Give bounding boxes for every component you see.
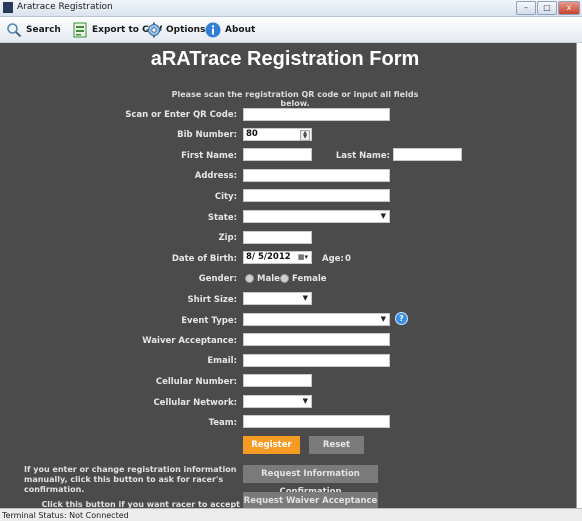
shirt-size-label: Shirt Size: [187,295,237,305]
bib-number-label: Bib Number: [177,130,237,140]
bib-number-value: 80 [246,129,258,139]
radio-icon [245,274,254,283]
options-label: Options [166,24,206,35]
qr-code-input[interactable] [243,108,390,121]
bib-number-stepper[interactable]: 80 ▲ ▼ [243,128,312,141]
registration-form-panel: aRATrace Registration Form Please scan t… [0,43,576,519]
address-field[interactable] [243,169,390,182]
state-label: State: [207,213,237,223]
spin-arrows-icon[interactable]: ▲ ▼ [300,130,310,141]
gender-male-radio[interactable]: Male [245,274,280,284]
window-titlebar: Aratrace Registration – □ x [0,0,582,17]
state-select[interactable]: ▼ [243,210,390,223]
gender-label: Gender: [198,274,237,284]
app-icon [3,2,13,13]
gear-icon [146,22,162,38]
reset-button[interactable]: Reset [309,436,364,454]
age-label: Age: [322,254,344,264]
window-controls: – □ x [516,1,580,15]
search-button[interactable]: Search [6,21,61,38]
shirt-size-select[interactable]: ▼ [243,292,312,305]
team-label: Team: [208,418,237,428]
email-field[interactable] [243,354,390,367]
window-edge [576,43,582,508]
spreadsheet-icon [72,22,88,38]
cellular-number-label: Cellular Number: [155,377,237,387]
cellular-network-select[interactable]: ▼ [243,395,312,408]
manual-entry-note: If you enter or change registration info… [24,465,237,494]
about-button[interactable]: About [205,21,255,38]
maximize-button[interactable]: □ [537,1,557,15]
info-icon [205,22,221,38]
request-info-confirmation-button[interactable]: Request Information Confirmation [243,465,378,497]
zip-field[interactable] [243,231,312,244]
minimize-button[interactable]: – [516,1,536,15]
city-label: City: [214,192,237,202]
status-bar: Terminal Status: Not Connected [0,508,582,521]
gender-female-radio[interactable]: Female [280,274,327,284]
waiver-acceptance-field[interactable] [243,333,390,346]
toolbar: Search Export to CSV Options About [0,17,582,43]
chevron-down-icon: ▼ [380,315,386,323]
help-icon[interactable]: ? [395,312,408,325]
form-instruction: Please scan the registration QR code or … [171,90,419,108]
waiver-acceptance-label: Waiver Acceptance: [142,336,237,346]
register-button[interactable]: Register [243,436,300,454]
zip-label: Zip: [218,233,237,243]
dob-label: Date of Birth: [171,254,237,264]
about-label: About [225,24,256,35]
cellular-network-label: Cellular Network: [153,398,237,408]
city-field[interactable] [243,189,390,202]
close-button[interactable]: x [558,1,580,15]
gender-male-label: Male [257,274,280,284]
address-label: Address: [194,171,237,181]
last-name-label: Last Name: [335,151,390,161]
chevron-down-icon: ▼ [302,294,308,302]
qr-code-label: Scan or Enter QR Code: [125,110,237,120]
radio-icon [280,274,289,283]
gender-female-label: Female [292,274,327,284]
event-type-label: Event Type: [181,316,237,326]
event-type-select[interactable]: ▼ [243,313,390,326]
search-label: Search [26,24,61,35]
window-title: Aratrace Registration [17,2,113,12]
first-name-label: First Name: [181,151,237,161]
email-label: Email: [207,356,237,366]
cellular-number-field[interactable] [243,374,312,387]
age-value: 0 [345,254,351,264]
dob-date-picker[interactable]: 8/ 5/2012 ▦▾ [243,251,312,264]
team-field[interactable] [243,415,390,428]
form-heading: aRATrace Registration Form [150,48,420,70]
last-name-field[interactable] [393,148,462,161]
calendar-dropdown-icon[interactable]: ▦▾ [298,252,308,263]
chevron-down-icon: ▼ [380,212,386,220]
chevron-down-icon: ▼ [302,397,308,405]
magnifier-icon [6,22,22,38]
first-name-field[interactable] [243,148,312,161]
dob-value: 8/ 5/2012 [246,252,291,262]
options-button[interactable]: Options [146,21,205,38]
